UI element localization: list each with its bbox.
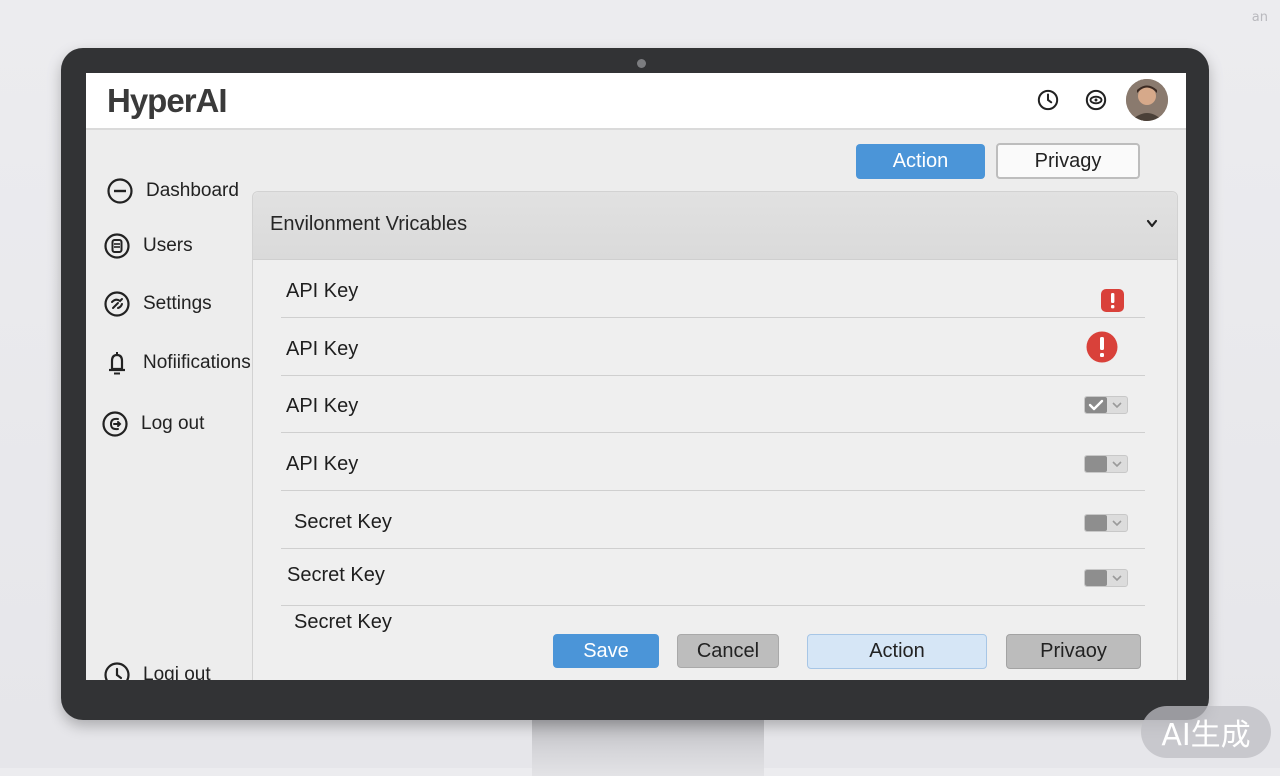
monitor-stand	[532, 716, 764, 776]
chevron-down-icon[interactable]	[1145, 216, 1159, 230]
privacy-button-bottom[interactable]: Privaoy	[1006, 634, 1141, 669]
sidebar-item-users[interactable]: Users	[103, 231, 193, 261]
clock-icon[interactable]	[1037, 89, 1059, 111]
sidebar-item-label: Logi out	[143, 664, 211, 680]
toggle-knob	[1085, 456, 1107, 472]
sidebar-item-label: Users	[143, 235, 193, 256]
app-screen: HyperAI Dashboard Users Settings Nofiifi…	[86, 73, 1186, 680]
env-row-label: API Key	[286, 395, 359, 417]
eye-icon[interactable]	[1085, 89, 1107, 111]
dashboard-icon	[107, 178, 133, 204]
sidebar-item-label: Dashboard	[146, 180, 239, 201]
env-row-label: Secret Key	[294, 511, 392, 533]
toggle-knob	[1085, 515, 1107, 531]
sidebar-item-label: Log out	[141, 413, 205, 434]
app-header: HyperAI	[86, 73, 1186, 130]
chevron-small-icon	[1112, 402, 1122, 409]
env-row: API Key	[281, 318, 1145, 376]
logout-icon	[102, 411, 128, 437]
save-button[interactable]: Save	[553, 634, 659, 668]
error-badge-icon	[1101, 289, 1124, 312]
action-button-bottom[interactable]: Action	[807, 634, 987, 669]
privacy-button[interactable]: Privagy	[996, 143, 1140, 179]
env-row-label: API Key	[286, 280, 359, 302]
corner-text: an	[1251, 10, 1268, 25]
users-icon	[104, 233, 130, 259]
monitor-bezel: HyperAI Dashboard Users Settings Nofiifi…	[61, 48, 1209, 720]
env-toggle[interactable]	[1084, 514, 1128, 532]
toggle-knob	[1085, 570, 1107, 586]
env-row-label: Secret Key	[287, 564, 385, 586]
settings-icon	[104, 291, 130, 317]
action-button[interactable]: Action	[856, 144, 985, 179]
sidebar-item-notifications[interactable]: Nofiifications	[103, 348, 251, 378]
chevron-small-icon	[1112, 575, 1122, 582]
env-row: API Key	[281, 260, 1145, 318]
sidebar-item-logout[interactable]: Log out	[101, 409, 204, 439]
panel-title: Envilonment Vricables	[270, 213, 468, 235]
chevron-small-icon	[1112, 520, 1122, 527]
logout-icon	[104, 662, 130, 680]
env-row-label: API Key	[286, 338, 359, 360]
panel-header[interactable]: Envilonment Vricables	[253, 192, 1177, 260]
sidebar: Dashboard Users Settings Nofiifications …	[86, 130, 251, 680]
env-row: API Key	[281, 375, 1145, 433]
env-row: API Key	[281, 433, 1145, 491]
check-icon	[1088, 399, 1104, 411]
toggle-knob	[1085, 397, 1107, 413]
env-row-label: Secret Key	[294, 611, 392, 633]
env-toggle[interactable]	[1084, 569, 1128, 587]
env-toggle[interactable]	[1084, 455, 1128, 473]
env-toggle[interactable]	[1084, 396, 1128, 414]
sidebar-item-logout-bottom[interactable]: Logi out	[103, 660, 211, 680]
camera-dot	[637, 59, 646, 68]
env-row: Secret Key	[281, 548, 1145, 606]
env-row-label: API Key	[286, 453, 359, 475]
bell-icon	[109, 352, 125, 375]
brand-logo: HyperAI	[107, 82, 228, 119]
env-variables-panel: Envilonment Vricables API Key API Key AP…	[252, 191, 1178, 680]
env-row: Secret Key	[281, 491, 1145, 549]
sidebar-item-label: Nofiifications	[143, 352, 251, 373]
chevron-small-icon	[1112, 461, 1122, 468]
ai-generated-watermark: AI生成	[1141, 706, 1271, 758]
user-avatar[interactable]	[1126, 79, 1168, 121]
avatar-image	[1126, 79, 1168, 121]
sidebar-item-dashboard[interactable]: Dashboard	[106, 176, 239, 206]
cancel-button[interactable]: Cancel	[677, 634, 779, 668]
sidebar-item-label: Settings	[143, 293, 212, 314]
error-alert-icon	[1086, 331, 1118, 363]
sidebar-item-settings[interactable]: Settings	[103, 289, 212, 319]
